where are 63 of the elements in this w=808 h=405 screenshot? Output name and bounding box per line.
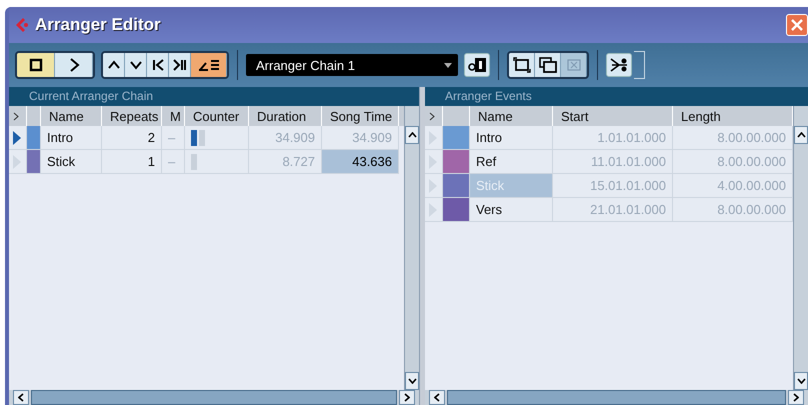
frame-icon — [512, 57, 530, 73]
table-cell: 21.01.01.000 — [553, 198, 673, 222]
delete-icon — [564, 57, 582, 73]
text-icon — [468, 58, 486, 72]
duplicate-button[interactable] — [535, 53, 561, 77]
scroll-up-icon[interactable] — [408, 132, 417, 138]
scroll-right-icon[interactable] — [793, 393, 799, 402]
scroll-left-icon[interactable] — [434, 393, 440, 402]
stop-icon — [28, 57, 44, 73]
dropdown-arrow-icon — [444, 62, 452, 68]
scroll-right-icon[interactable] — [404, 393, 410, 402]
table-cell: 8.00.00.000 — [673, 198, 793, 222]
table-cell: 1.01.01.000 — [553, 126, 673, 150]
table-cell: 15.01.01.000 — [553, 174, 673, 198]
flatten-button[interactable] — [606, 53, 632, 77]
duplicate-icon — [538, 57, 556, 73]
scroll-left-icon[interactable] — [18, 393, 24, 402]
skip-back-icon — [150, 58, 164, 72]
table-cell: 1 — [102, 150, 162, 174]
panel-title: Current Arranger Chain — [9, 87, 420, 106]
table-cell: Stick — [41, 150, 102, 174]
table-cell: Intro — [41, 126, 102, 150]
rename-button[interactable] — [464, 53, 490, 77]
vertical-scrollbar[interactable] — [793, 106, 808, 390]
table-cell: 8.727 — [249, 150, 322, 174]
table-cell: 8.00.00.000 — [673, 150, 793, 174]
resize-handle[interactable] — [634, 51, 645, 79]
vertical-scrollbar[interactable] — [404, 106, 420, 390]
horizontal-scrollbar[interactable] — [9, 390, 420, 405]
previous-button[interactable] — [103, 53, 125, 77]
table-cell: 11.01.01.000 — [553, 150, 673, 174]
table-cell[interactable]: Intro — [470, 126, 553, 150]
logo-icon — [15, 17, 29, 33]
panel-title: Arranger Events — [425, 87, 808, 106]
last-button[interactable] — [169, 53, 191, 77]
first-button[interactable] — [147, 53, 169, 77]
live-button[interactable] — [191, 53, 227, 77]
new-chain-button[interactable] — [509, 53, 535, 77]
table-cell[interactable]: 43.636 — [322, 150, 399, 174]
stop-button[interactable] — [17, 53, 55, 77]
table-cell[interactable]: Ref — [470, 150, 553, 174]
close-icon — [790, 18, 804, 32]
chevron-right-icon — [429, 112, 435, 120]
chain-dropdown[interactable]: Arranger Chain 1 — [246, 54, 458, 76]
scroll-down-icon[interactable] — [408, 378, 417, 384]
close-button[interactable] — [786, 14, 808, 36]
table-cell[interactable]: Vers — [470, 198, 553, 222]
table-cell: – — [162, 126, 185, 150]
table-cell: 8.00.00.000 — [673, 126, 793, 150]
window-title: Arranger Editor — [35, 15, 161, 35]
table-cell: 34.909 — [249, 126, 322, 150]
table-cell: 2 — [102, 126, 162, 150]
play-button[interactable] — [55, 53, 93, 77]
merge-icon — [610, 57, 628, 73]
table-cell: 4.00.00.000 — [673, 174, 793, 198]
list-icon — [198, 58, 220, 72]
skip-forward-icon — [172, 58, 186, 72]
chevron-right-icon — [13, 112, 19, 120]
next-button[interactable] — [125, 53, 147, 77]
table-cell: – — [162, 150, 185, 174]
scroll-up-icon[interactable] — [796, 132, 806, 138]
horizontal-scrollbar[interactable] — [425, 390, 808, 405]
scroll-down-icon[interactable] — [796, 378, 806, 384]
